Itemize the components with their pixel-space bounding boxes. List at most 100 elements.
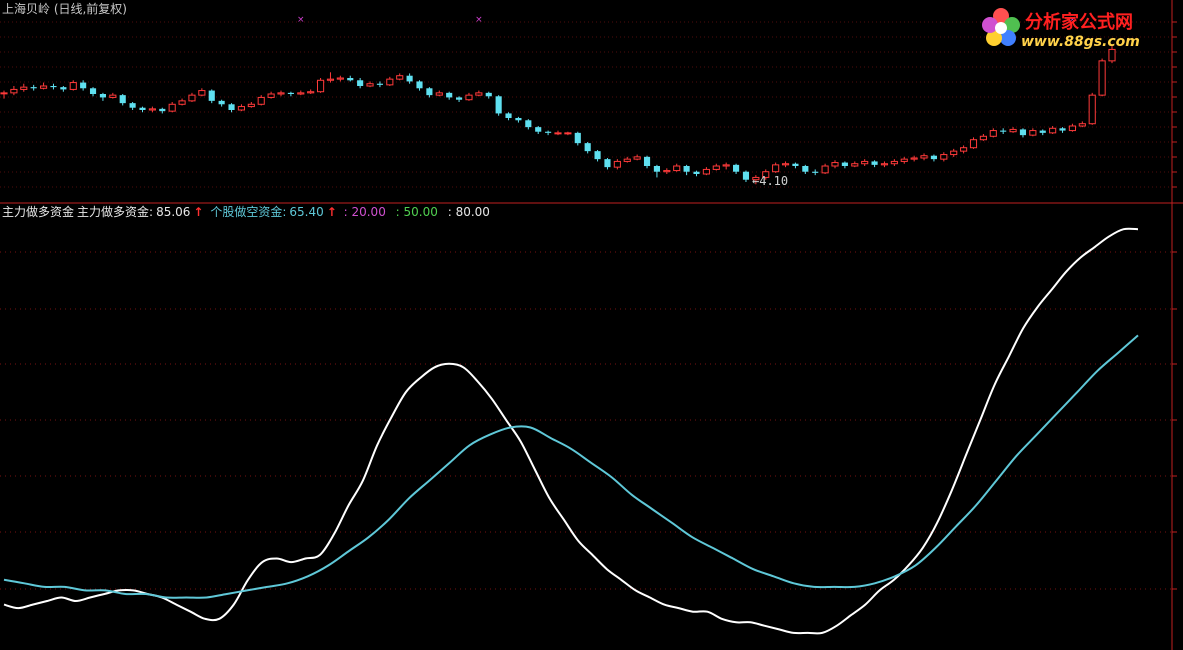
candle-body-down [812,171,819,173]
candle-body-up [702,168,710,175]
candle-body-up [623,158,631,162]
candle-body-up [663,170,671,173]
low-price-label: ←4.10 [752,174,789,188]
candle-body-up [781,163,790,166]
candle-body-up [336,77,344,80]
candle-body-down [119,95,126,104]
candlestick-series [0,44,1116,185]
candle-body-down [653,166,660,172]
candle-body-up [198,90,206,96]
candle-body-down [376,83,383,85]
candle-body-down [515,118,522,121]
candle-body-up [40,85,48,89]
candle-body-up [1088,94,1096,125]
candle-body-down [456,97,463,100]
candle-body-down [446,92,453,98]
legend-main-label: 主力做多资金: [77,205,154,219]
candle-body-up [435,92,443,96]
flower-logo-icon [982,8,1020,46]
candle-body-up [979,135,987,141]
candle-body-up [772,164,780,173]
candle-body-up [1049,127,1057,134]
candle-body-down [594,151,601,160]
candle-body-down [218,100,225,105]
candle-body-down [89,88,97,94]
candle-body-up [20,86,28,90]
candle-body-up [969,139,978,149]
candle-body-up [722,164,730,167]
candle-body-down [129,103,136,108]
candle-body-up [861,160,869,165]
candle-body-down [505,113,512,118]
candle-body-down [208,90,215,101]
legend-main-value: 85.06 [156,205,191,219]
candle-body-up [1078,123,1086,127]
candle-body-up [890,160,898,165]
candle-body-up [257,96,265,105]
candle-body-up [277,92,285,95]
candle-body-down [416,81,423,89]
candle-body-down [792,163,799,166]
candle-body-down [287,92,294,94]
candle-body-down [841,162,848,166]
candle-body-down [742,171,750,180]
signal-mark: × [475,15,483,25]
candle-body-up [940,154,948,160]
candle-body-down [525,120,532,128]
signal-mark: × [297,15,305,25]
legend-up-arrow-icon: ↑ [193,205,204,219]
candle-body-up [267,93,275,98]
candle-body-down [574,132,581,144]
candle-body-up [1098,60,1106,96]
candle-body-up [247,103,255,108]
candle-body-up [0,92,8,95]
candle-body-down [930,155,937,160]
stock-title: 上海贝岭 (日线,前复权) [2,2,127,16]
candle-body-up [564,132,572,135]
candle-body-up [1068,125,1076,132]
candle-body-up [831,162,839,167]
candle-body-up [148,108,156,111]
candle-body-down [733,164,740,172]
candle-body-down [60,87,67,90]
candle-body-up [673,165,681,172]
candle-body-up [1029,130,1037,136]
logo-name: 分析家公式网 [1025,12,1133,33]
candle-body-down [357,80,364,86]
legend-indicator-name: 主力做多资金 [2,205,75,219]
candle-body-up [950,150,958,156]
candle-body-up [712,165,720,170]
candle-body-down [545,131,552,133]
indicator-legend: 主力做多资金 主力做多资金: 85.06 ↑ 个股做空资金: 65.40 ↑ : 20.0… [2,203,496,220]
candle-body-up [613,160,621,168]
site-logo: 分析家公式网 www.88gs.com [973,4,1173,56]
chart-canvas: ××××××× [0,0,1183,650]
candle-body-down [139,107,146,110]
candle-body-down [50,86,57,88]
main-force-long-line [3,227,1139,635]
candle-body-down [1019,129,1027,136]
candle-body-down [99,94,106,98]
candle-body-up [880,163,889,166]
candle-body-up [821,165,829,174]
candle-body-down [406,75,413,82]
grid-layer [0,0,1183,650]
candle-body-up [1009,128,1017,133]
candle-body-down [871,161,878,165]
candle-body-up [386,78,394,86]
candle-body-down [228,104,235,110]
candle-body-up [237,106,245,111]
candle-body-down [1000,130,1007,132]
indicator-lines [3,227,1139,635]
retail-short-line [3,334,1139,599]
candle-body-down [485,92,492,97]
candle-body-up [960,147,968,152]
candle-body-up [307,91,315,94]
candle-body-down [584,143,591,152]
legend-level-b: : 50.00 [395,205,438,219]
candle-body-down [159,108,166,112]
legend-up-arrow-icon-2: ↑ [326,205,337,219]
legend-retail-value: 65.40 [289,205,324,219]
legend-retail-label: 个股做空资金: [210,205,287,219]
candle-body-down [643,156,651,166]
